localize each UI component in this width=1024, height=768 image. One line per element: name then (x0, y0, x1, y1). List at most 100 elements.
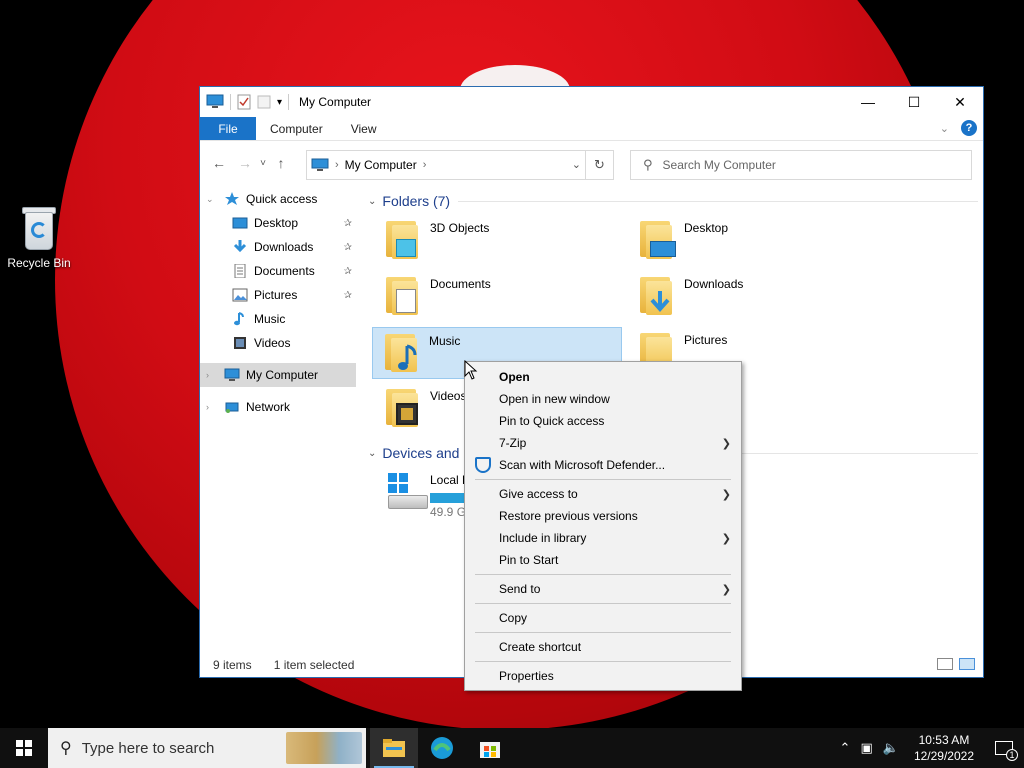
sidebar-item-label: Network (246, 400, 291, 414)
sidebar-item-quick-access[interactable]: ⌄ Quick access (200, 187, 356, 211)
search-box[interactable]: ⚲ Search My Computer (630, 150, 972, 180)
menu-item-pin-to-quick-access[interactable]: Pin to Quick access (465, 410, 741, 432)
pin-icon[interactable]: ✰ (344, 290, 352, 301)
menu-item-label: Properties (499, 669, 554, 683)
navigation-bar: ← → ˅ ↑ › My Computer › ⌄ ↻ ⚲ Search My … (200, 141, 983, 185)
new-folder-icon[interactable] (257, 94, 271, 110)
computer-icon (311, 158, 329, 171)
drive-usage-bar (430, 493, 466, 503)
up-button[interactable]: ↑ (270, 152, 292, 174)
file-explorer-icon (383, 739, 405, 757)
chevron-right-icon[interactable]: › (335, 159, 339, 171)
folder-desktop[interactable]: Desktop (628, 215, 878, 267)
expand-ribbon-icon[interactable]: ⌄ (940, 122, 949, 135)
menu-item-include-in-library[interactable]: Include in library ❯ (465, 527, 741, 549)
menu-item-label: Send to (499, 582, 541, 596)
folder-downloads[interactable]: Downloads (628, 271, 878, 323)
search-icon: ⚲ (643, 157, 653, 172)
start-button[interactable] (0, 728, 48, 768)
menu-separator (475, 574, 731, 575)
maximize-button[interactable]: ☐ (891, 87, 937, 117)
pictures-icon (232, 288, 248, 302)
refresh-button[interactable]: ↻ (585, 151, 613, 179)
group-title: Devices and (382, 445, 460, 461)
windows-logo-icon (16, 740, 32, 756)
sidebar-item-label: Desktop (254, 216, 299, 230)
menu-item-copy[interactable]: Copy (465, 607, 741, 629)
address-text[interactable]: My Computer (345, 158, 417, 172)
folder-3d-objects[interactable]: 3D Objects (374, 215, 624, 267)
menu-item-open[interactable]: Open (465, 366, 741, 388)
sidebar-item-my-computer[interactable]: › My Computer (200, 363, 356, 387)
properties-icon[interactable] (237, 94, 251, 110)
menu-separator (475, 661, 731, 662)
sidebar-item-label: Documents (254, 264, 315, 278)
close-button[interactable]: ✕ (937, 87, 983, 117)
details-view-icon[interactable] (937, 658, 953, 670)
expand-icon[interactable]: ⌄ (206, 194, 214, 205)
address-dropdown-icon[interactable]: ⌄ (572, 158, 581, 171)
tab-view[interactable]: View (337, 117, 391, 140)
sidebar-item-documents[interactable]: Documents ✰ (200, 259, 356, 283)
menu-item-send-to[interactable]: Send to ❯ (465, 578, 741, 600)
tab-computer[interactable]: Computer (256, 117, 337, 140)
menu-item-scan-defender[interactable]: Scan with Microsoft Defender... (465, 454, 741, 476)
desktop-icon-recycle-bin[interactable]: Recycle Bin (4, 204, 74, 270)
sidebar-item-desktop[interactable]: Desktop ✰ (200, 211, 356, 235)
recent-locations-button[interactable]: ˅ (256, 152, 270, 174)
network-icon[interactable]: ▣ (860, 740, 872, 756)
notification-center-button[interactable]: 1 (984, 728, 1024, 768)
clock[interactable]: 10:53 AM 12/29/2022 (914, 732, 974, 764)
expand-icon[interactable]: › (206, 402, 209, 412)
collapse-icon[interactable]: ⌄ (368, 196, 376, 207)
pin-icon[interactable]: ✰ (344, 242, 352, 253)
menu-item-open-in-new-window[interactable]: Open in new window (465, 388, 741, 410)
taskbar-store[interactable] (466, 728, 514, 768)
taskbar: ⚲ Type here to search ⌃ ▣ 🔈 10:53 AM 12/… (0, 728, 1024, 768)
menu-item-create-shortcut[interactable]: Create shortcut (465, 636, 741, 658)
folder-name: Videos (430, 389, 467, 403)
system-tray: ⌃ ▣ 🔈 10:53 AM 12/29/2022 1 (835, 728, 1024, 768)
submenu-arrow-icon: ❯ (721, 488, 731, 501)
sidebar-item-pictures[interactable]: Pictures ✰ (200, 283, 356, 307)
chevron-right-icon[interactable]: › (423, 159, 427, 171)
menu-item-properties[interactable]: Properties (465, 665, 741, 687)
expand-icon[interactable]: › (206, 370, 209, 380)
large-icons-view-icon[interactable] (959, 658, 975, 670)
customize-toolbar-icon[interactable]: ▾ (277, 97, 282, 108)
clock-date: 12/29/2022 (913, 749, 974, 763)
taskbar-file-explorer[interactable] (370, 728, 418, 768)
menu-item-7-zip[interactable]: 7-Zip ❯ (465, 432, 741, 454)
sidebar-item-downloads[interactable]: Downloads ✰ (200, 235, 356, 259)
star-icon (225, 192, 239, 205)
tab-file[interactable]: File (200, 117, 256, 140)
collapse-icon[interactable]: ⌄ (368, 448, 376, 459)
menu-item-label: Give access to (499, 487, 578, 501)
forward-button[interactable]: → (234, 152, 256, 174)
recycle-bin-icon (19, 204, 59, 252)
menu-item-give-access-to[interactable]: Give access to ❯ (465, 483, 741, 505)
volume-icon[interactable]: 🔈 (883, 740, 899, 756)
sidebar-item-network[interactable]: › Network (200, 395, 356, 419)
address-bar[interactable]: › My Computer › ⌄ ↻ (306, 150, 614, 180)
folder-documents[interactable]: Documents (374, 271, 624, 323)
chevron-up-icon[interactable]: ⌃ (840, 740, 851, 756)
folder-name: Documents (430, 277, 491, 291)
minimize-button[interactable]: — (845, 87, 891, 117)
mouse-cursor-icon (464, 360, 478, 380)
taskbar-edge[interactable] (418, 728, 466, 768)
sidebar-item-videos[interactable]: Videos (200, 331, 356, 355)
help-button[interactable]: ? (961, 120, 977, 136)
video-icon (234, 337, 246, 349)
menu-item-pin-to-start[interactable]: Pin to Start (465, 549, 741, 571)
computer-icon (224, 368, 240, 381)
sidebar-item-music[interactable]: Music (200, 307, 356, 331)
menu-item-restore-previous-versions[interactable]: Restore previous versions (465, 505, 741, 527)
pin-icon[interactable]: ✰ (344, 218, 352, 229)
taskbar-search-box[interactable]: ⚲ Type here to search (48, 728, 366, 768)
network-icon (225, 402, 239, 413)
pin-icon[interactable]: ✰ (344, 266, 352, 277)
title-bar[interactable]: ▾ My Computer — ☐ ✕ (200, 87, 983, 117)
back-button[interactable]: ← (208, 152, 230, 174)
folders-group-header[interactable]: ⌄ Folders (7) (364, 187, 978, 215)
